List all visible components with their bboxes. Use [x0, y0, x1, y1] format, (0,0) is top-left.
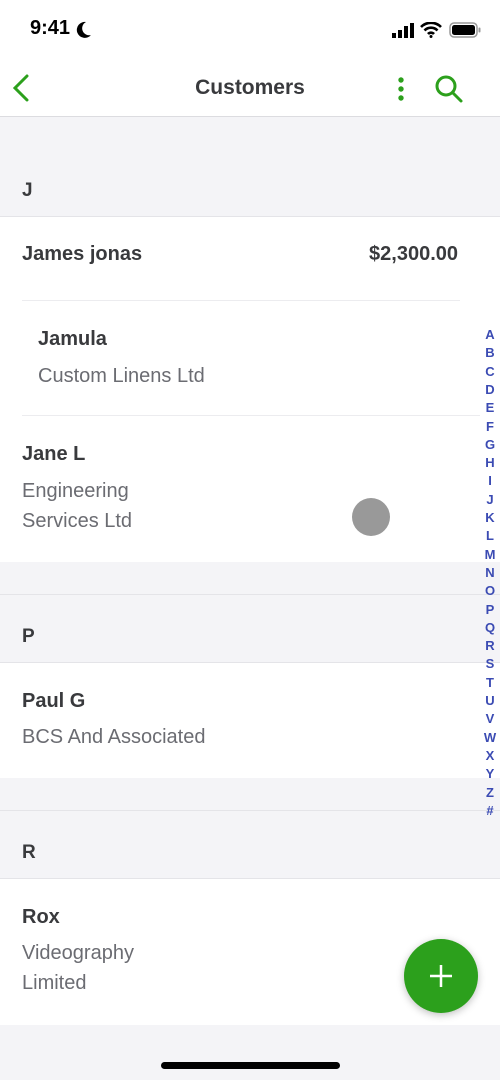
status-time: 9:41	[30, 17, 71, 39]
more-options-icon[interactable]	[394, 76, 408, 102]
customer-company-line2: Services Ltd	[22, 510, 133, 532]
index-letter-k[interactable]: K	[482, 509, 498, 527]
customer-name: Jane L	[22, 443, 86, 465]
index-letter-c[interactable]: C	[482, 363, 498, 381]
customer-company-line2: Limited	[22, 972, 87, 994]
section-header-r: R	[0, 810, 500, 879]
index-letter-g[interactable]: G	[482, 436, 498, 454]
touch-indicator	[352, 498, 390, 536]
add-customer-button[interactable]	[404, 939, 478, 1013]
index-letter-v[interactable]: V	[482, 710, 498, 728]
index-letter-a[interactable]: A	[482, 326, 498, 344]
customer-row-jamula[interactable]: Jamula Custom Linens Ltd	[0, 301, 500, 416]
index-letter-r[interactable]: R	[482, 637, 498, 655]
index-letter-q[interactable]: Q	[482, 619, 498, 637]
customer-company-line1: Engineering	[22, 480, 129, 502]
moon-icon	[76, 21, 91, 38]
index-letter-b[interactable]: B	[482, 344, 498, 362]
index-letter-z[interactable]: Z	[482, 784, 498, 802]
wifi-icon	[420, 22, 442, 38]
section-header-p: P	[0, 594, 500, 663]
index-letter-m[interactable]: M	[482, 546, 498, 564]
battery-icon	[449, 22, 481, 38]
index-letter-y[interactable]: Y	[482, 765, 498, 783]
index-letter-s[interactable]: S	[482, 655, 498, 673]
index-letter-w[interactable]: W	[482, 729, 498, 747]
home-indicator	[161, 1062, 340, 1069]
index-letter-l[interactable]: L	[482, 527, 498, 545]
section-letter: R	[22, 842, 36, 863]
index-letter-p[interactable]: P	[482, 601, 498, 619]
index-letter-t[interactable]: T	[482, 674, 498, 692]
section-letter: J	[22, 180, 33, 201]
index-letter-f[interactable]: F	[482, 418, 498, 436]
customer-row-paul-g[interactable]: Paul G BCS And Associated	[0, 663, 500, 778]
index-letter-hash[interactable]: #	[482, 802, 498, 820]
customer-row-jane-l[interactable]: Jane L Engineering Services Ltd	[0, 416, 500, 562]
index-letter-e[interactable]: E	[482, 399, 498, 417]
index-letter-h[interactable]: H	[482, 454, 498, 472]
index-letter-x[interactable]: X	[482, 747, 498, 765]
customer-company-line1: Videography	[22, 942, 134, 964]
page-title: Customers	[195, 76, 305, 99]
customer-name: Paul G	[22, 690, 86, 712]
index-letter-d[interactable]: D	[482, 381, 498, 399]
index-letter-i[interactable]: I	[482, 472, 498, 490]
customer-company: BCS And Associated	[22, 726, 206, 748]
index-letter-j[interactable]: J	[482, 491, 498, 509]
index-letter-n[interactable]: N	[482, 564, 498, 582]
signal-icon	[392, 23, 414, 38]
index-letter-u[interactable]: U	[482, 692, 498, 710]
plus-icon	[430, 965, 452, 987]
customer-company: Custom Linens Ltd	[38, 365, 205, 387]
customer-name: Jamula	[38, 328, 107, 350]
section-header-j: J	[0, 160, 500, 217]
customer-balance: $2,300.00	[369, 243, 458, 265]
customer-name: Rox	[22, 906, 60, 928]
customer-row-james-jonas[interactable]: James jonas $2,300.00	[0, 217, 500, 301]
customer-name: James jonas	[22, 243, 143, 265]
search-icon[interactable]	[434, 74, 464, 104]
section-letter: P	[22, 626, 35, 647]
index-letter-o[interactable]: O	[482, 582, 498, 600]
